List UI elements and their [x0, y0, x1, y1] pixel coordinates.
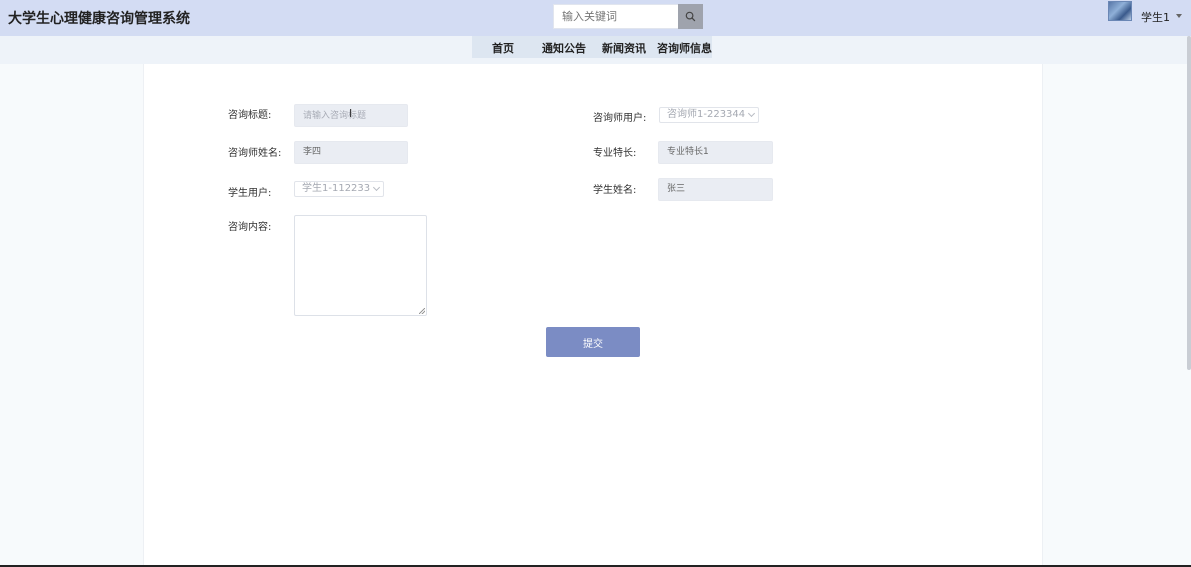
content-textarea[interactable]: [294, 215, 427, 316]
search-input[interactable]: [553, 4, 679, 29]
counselor-user-select[interactable]: 咨询师1-223344: [659, 107, 759, 123]
student-user-value: 学生1-112233: [302, 183, 371, 194]
student-name-field[interactable]: 张三: [658, 178, 773, 201]
top-header: 大学生心理健康咨询管理系统 学生1: [0, 0, 1191, 36]
text-cursor-icon: I: [349, 107, 353, 120]
search-icon: [685, 11, 696, 22]
student-user-select[interactable]: 学生1-112233: [294, 181, 384, 197]
specialty-field[interactable]: 专业特长1: [658, 141, 773, 164]
student-name-label: 学生姓名:: [593, 185, 637, 196]
counselor-name-label: 咨询师姓名:: [228, 148, 282, 159]
nav-item-notice[interactable]: 通知公告: [542, 40, 586, 56]
counselor-name-field[interactable]: 李四: [294, 141, 408, 164]
consultation-form: 咨询标题: 咨询师用户: 咨询师1-223344 咨询师姓名: 李四 专业特长:…: [143, 64, 1043, 567]
title-label: 咨询标题:: [228, 110, 272, 121]
content-label: 咨询内容:: [228, 222, 272, 233]
submit-button[interactable]: 提交: [546, 327, 640, 357]
nav-item-news[interactable]: 新闻资讯: [602, 40, 646, 56]
chevron-down-icon: [372, 183, 381, 192]
nav-item-home[interactable]: 首页: [492, 40, 514, 56]
user-name[interactable]: 学生1: [1141, 9, 1170, 25]
student-user-label: 学生用户:: [228, 188, 272, 199]
scrollbar[interactable]: [1187, 36, 1191, 370]
caret-down-icon[interactable]: [1176, 14, 1182, 18]
counselor-user-value: 咨询师1-223344: [667, 109, 746, 120]
search-button[interactable]: [678, 4, 703, 29]
resize-handle-icon[interactable]: [419, 308, 425, 314]
specialty-label: 专业特长:: [593, 148, 637, 159]
nav-bar: 首页 通知公告 新闻资讯 咨询师信息: [0, 36, 1191, 64]
app-title: 大学生心理健康咨询管理系统: [8, 11, 190, 27]
nav-item-counselor-info[interactable]: 咨询师信息: [657, 40, 712, 56]
counselor-user-label: 咨询师用户:: [593, 113, 647, 124]
avatar[interactable]: [1108, 1, 1132, 21]
chevron-down-icon: [747, 109, 756, 118]
